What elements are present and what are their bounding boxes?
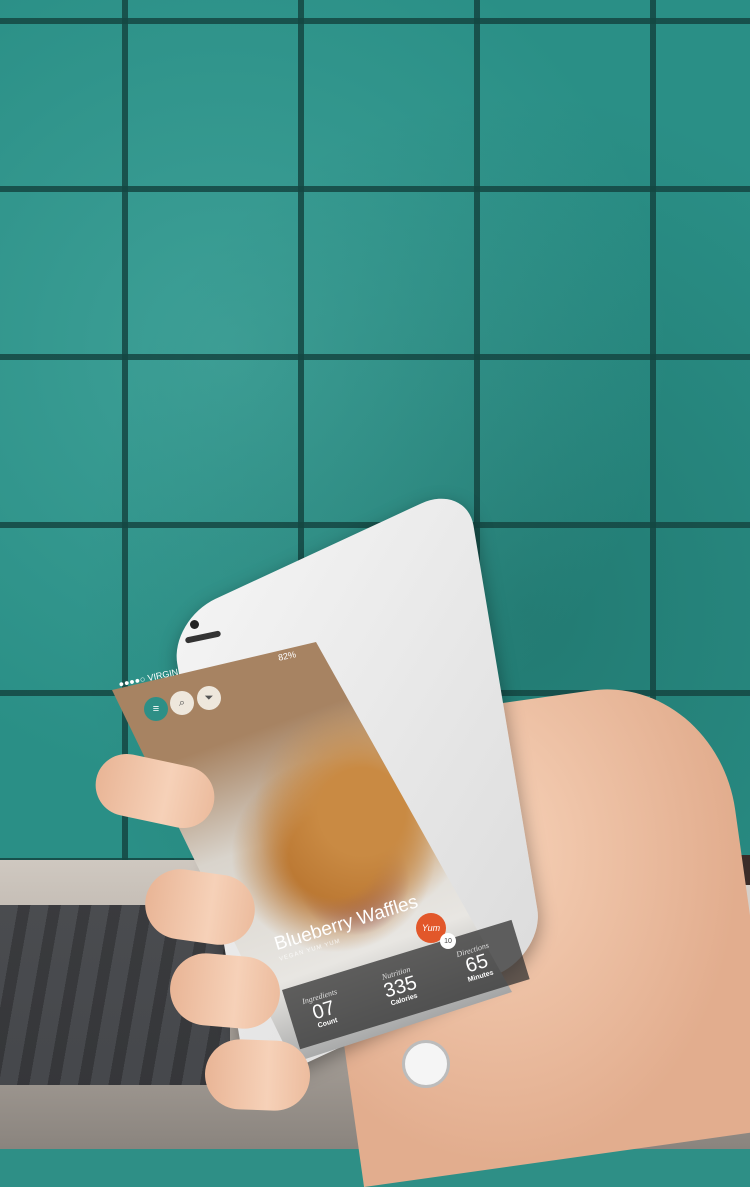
yum-count-badge: 10 [440,933,456,949]
search-button[interactable]: ⌕ [170,691,194,715]
filter-icon: ⏷ [204,691,214,704]
filter-button[interactable]: ⏷ [197,686,221,710]
menu-button[interactable]: ≡ [144,697,168,721]
finger-pinky [203,1038,312,1112]
search-icon: ⌕ [178,696,186,709]
menu-icon: ≡ [152,703,160,715]
